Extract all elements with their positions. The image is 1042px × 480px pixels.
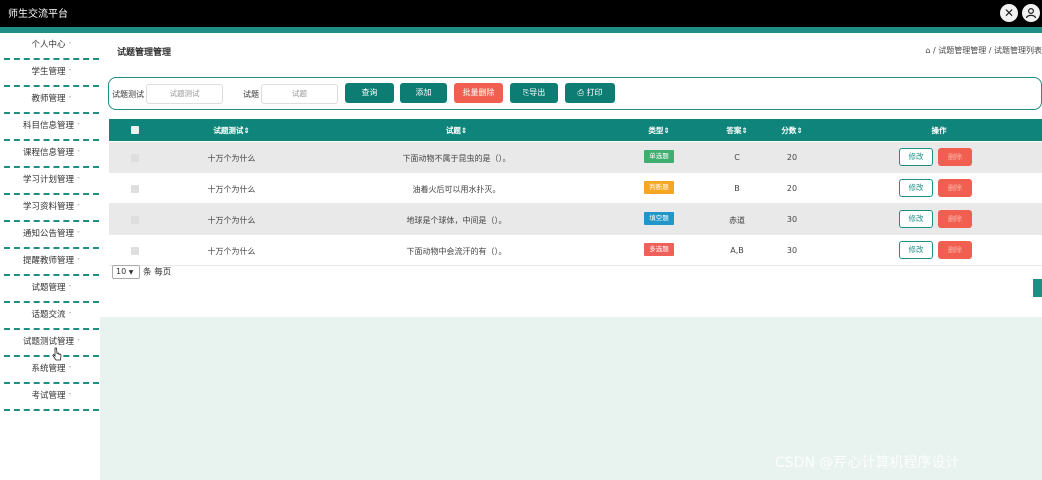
col-header-question[interactable]: 试题⇕: [394, 125, 519, 136]
cell-score: 20: [786, 153, 798, 162]
top-bar: 师生交流平台 ✕: [0, 0, 1042, 27]
mouse-cursor-icon: [52, 347, 62, 361]
user-icon[interactable]: [1022, 4, 1040, 22]
sidebar-item-exams[interactable]: 考试管理 ˅: [4, 384, 99, 411]
sidebar: 个人中心 ˅ 学生管理 ˅ 教师管理 ˅ 科目信息管理 ˅ 课程信息管理 ˅ 学习计划管理…: [0, 33, 100, 480]
search-panel: 试题测试 试题测试 试题 试题 查询 添加 批量删除 ⎘导出 ⎙ 打印: [108, 77, 1042, 110]
edit-button[interactable]: 修改: [899, 210, 933, 228]
sidebar-item-personal-center[interactable]: 个人中心 ˅: [4, 33, 99, 60]
export-button[interactable]: ⎘导出: [510, 83, 558, 103]
sidebar-item-notices[interactable]: 通知公告管理 ˅: [4, 222, 99, 249]
cell-question: 油着火后可以用水扑灭。: [412, 185, 501, 194]
chevron-down-icon: ˅: [77, 177, 80, 184]
cell-question: 下面动物不属于昆虫的是（）。: [402, 154, 511, 163]
page-title: 试题管理管理: [117, 48, 172, 58]
cell-answer: A,B: [730, 246, 744, 255]
sidebar-item-teachers[interactable]: 教师管理 ˅: [4, 87, 99, 114]
cell-answer: C: [734, 153, 740, 162]
sidebar-item-questions[interactable]: 试题管理 ˅: [4, 276, 99, 303]
chevron-down-icon: ˅: [68, 285, 72, 292]
col-header-answer[interactable]: 答案⇕: [717, 125, 757, 136]
sidebar-item-students[interactable]: 学生管理 ˅: [4, 60, 99, 87]
batch-delete-button[interactable]: 批量删除: [454, 83, 503, 103]
delete-button[interactable]: 删除: [938, 148, 972, 166]
watermark: CSDN @芹心计算机程序设计: [775, 455, 960, 471]
type-badge: 判断题: [644, 181, 674, 194]
cell-score: 30: [786, 246, 798, 255]
cell-score: 30: [786, 215, 798, 224]
breadcrumb: ⌂ / 试题管理管理 / 试题管理列表: [925, 46, 1042, 55]
cell-answer: 赤道: [729, 216, 745, 225]
cell-question: 地球是个球体，中间是（）。: [406, 216, 507, 225]
sidebar-item-system[interactable]: 系统管理 ˅: [4, 357, 99, 384]
delete-button[interactable]: 删除: [938, 179, 972, 197]
chevron-down-icon: ˅: [77, 204, 80, 211]
test-filter-label: 试题测试: [112, 90, 144, 99]
cell-test: 十万个为什么: [207, 247, 256, 256]
row-checkbox[interactable]: [131, 247, 139, 255]
close-icon[interactable]: ✕: [1000, 4, 1018, 22]
chevron-down-icon: ▼: [128, 269, 134, 276]
content-lower-area: CSDN @芹心计算机程序设计: [100, 317, 1042, 480]
chevron-down-icon: ˅: [77, 231, 80, 238]
cell-answer: B: [734, 184, 740, 193]
select-all-checkbox[interactable]: [131, 126, 139, 134]
pagination-tab[interactable]: [1033, 279, 1042, 297]
table-row: 十万个为什么 地球是个球体，中间是（）。 填空题 赤道 30 修改 删除: [109, 204, 1042, 235]
row-checkbox[interactable]: [131, 154, 139, 162]
row-checkbox[interactable]: [131, 185, 139, 193]
app-title: 师生交流平台: [8, 9, 68, 20]
chevron-down-icon: ˅: [68, 42, 72, 49]
chevron-down-icon: ˅: [68, 393, 72, 400]
page-size-control: 10 ▼ 条 每页: [112, 265, 171, 279]
sidebar-item-remind-teachers[interactable]: 提醒教师管理 ˅: [4, 249, 99, 276]
cell-question: 下面动物中会流汗的有（）。: [406, 247, 507, 256]
table-row: 十万个为什么 下面动物中会流汗的有（）。 多选题 A,B 30 修改 删除: [109, 235, 1042, 266]
col-header-test[interactable]: 试题测试⇕: [179, 125, 284, 136]
sidebar-item-topics[interactable]: 话题交流 ˅: [4, 303, 99, 330]
edit-button[interactable]: 修改: [899, 148, 933, 166]
cell-test: 十万个为什么: [207, 154, 256, 163]
chevron-down-icon: ˅: [77, 123, 80, 130]
table-row: 十万个为什么 下面动物不属于昆虫的是（）。 单选题 C 20 修改 删除: [109, 142, 1042, 173]
chevron-down-icon: ˅: [77, 150, 80, 157]
cell-test: 十万个为什么: [207, 216, 256, 225]
chevron-down-icon: ˅: [68, 96, 72, 103]
page-size-select[interactable]: 10 ▼: [112, 265, 140, 279]
add-button[interactable]: 添加: [400, 83, 447, 103]
edit-button[interactable]: 修改: [899, 179, 933, 197]
main-content: 试题管理管理 ⌂ / 试题管理管理 / 试题管理列表 试题测试 试题测试 试题 …: [100, 33, 1042, 480]
page-size-label: 条 每页: [143, 267, 172, 278]
query-button[interactable]: 查询: [345, 83, 394, 103]
sidebar-item-study-materials[interactable]: 学习资料管理 ˅: [4, 195, 99, 222]
type-badge: 多选题: [644, 243, 674, 256]
col-header-type[interactable]: 类型⇕: [639, 125, 679, 136]
print-button[interactable]: ⎙ 打印: [565, 83, 615, 103]
cell-score: 20: [786, 184, 798, 193]
cell-test: 十万个为什么: [207, 185, 256, 194]
delete-button[interactable]: 删除: [938, 241, 972, 259]
row-checkbox[interactable]: [131, 216, 139, 224]
table-header: 试题测试⇕ 试题⇕ 类型⇕ 答案⇕ 分数⇕ 操作: [109, 119, 1042, 141]
sidebar-item-study-plans[interactable]: 学习计划管理 ˅: [4, 168, 99, 195]
edit-button[interactable]: 修改: [899, 241, 933, 259]
sidebar-item-courses[interactable]: 课程信息管理 ˅: [4, 141, 99, 168]
question-filter-label: 试题: [243, 90, 259, 99]
chevron-down-icon: ˅: [68, 366, 72, 373]
sidebar-item-subjects[interactable]: 科目信息管理 ˅: [4, 114, 99, 141]
chevron-down-icon: ˅: [68, 69, 72, 76]
chevron-down-icon: ˅: [68, 312, 72, 319]
test-filter-input[interactable]: 试题测试: [146, 84, 223, 104]
table-row: 十万个为什么 油着火后可以用水扑灭。 判断题 B 20 修改 删除: [109, 173, 1042, 204]
type-badge: 单选题: [644, 150, 674, 163]
question-filter-input[interactable]: 试题: [261, 84, 338, 104]
col-header-action: 操作: [931, 126, 947, 135]
delete-button[interactable]: 删除: [938, 210, 972, 228]
chevron-down-icon: ˅: [77, 339, 80, 346]
chevron-down-icon: ˅: [77, 258, 80, 265]
col-header-score[interactable]: 分数⇕: [772, 125, 812, 136]
type-badge: 填空题: [644, 212, 674, 225]
